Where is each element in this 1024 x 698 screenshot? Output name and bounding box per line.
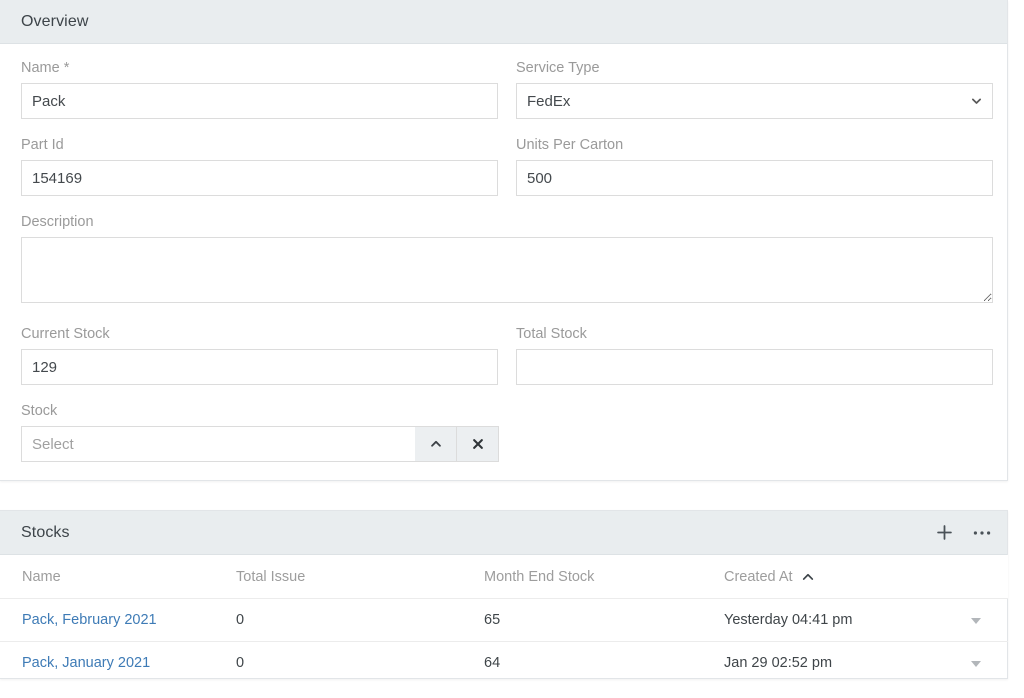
stock-link[interactable]: Pack, January 2021: [22, 655, 150, 671]
field-name: Name *: [21, 60, 498, 119]
stocks-table-head: Name Total Issue Month End Stock Created…: [0, 555, 1008, 599]
cell-total-issue: 0: [236, 642, 484, 685]
label-current-stock: Current Stock: [21, 326, 498, 342]
label-units-per-carton: Units Per Carton: [516, 137, 993, 153]
table-row[interactable]: Pack, January 2021 0 64 Jan 29 02:52 pm: [0, 642, 1008, 685]
cell-name: Pack, February 2021: [0, 599, 236, 642]
label-name: Name *: [21, 60, 498, 76]
service-type-select[interactable]: FedEx: [516, 83, 993, 119]
form-row-4: Current Stock Total Stock: [21, 326, 993, 403]
label-service-type: Service Type: [516, 60, 993, 76]
units-per-carton-input[interactable]: [516, 160, 993, 196]
stocks-header-actions: [935, 524, 991, 542]
form-row-3: Description: [21, 214, 993, 326]
chevron-up-icon[interactable]: [415, 426, 457, 462]
table-header-row: Name Total Issue Month End Stock Created…: [0, 555, 1008, 599]
column-header-name[interactable]: Name: [0, 555, 236, 599]
column-header-created-at-label: Created At: [724, 569, 793, 585]
form-row-5: Stock: [21, 403, 993, 480]
cell-month-end-stock: 65: [484, 599, 724, 642]
stock-picker: [21, 426, 499, 462]
name-input[interactable]: [21, 83, 498, 119]
cell-row-actions: [944, 642, 1008, 685]
field-units-per-carton: Units Per Carton: [516, 137, 993, 196]
row-menu-caret-icon[interactable]: [971, 661, 981, 667]
more-options-button[interactable]: [973, 524, 991, 542]
field-description: Description: [21, 214, 993, 308]
stocks-title: Stocks: [21, 524, 70, 542]
form-row-2: Part Id Units Per Carton: [21, 137, 993, 214]
stocks-table: Name Total Issue Month End Stock Created…: [0, 555, 1008, 684]
field-current-stock: Current Stock: [21, 326, 498, 385]
stocks-table-body: Pack, February 2021 0 65 Yesterday 04:41…: [0, 599, 1008, 685]
cell-created-at: Yesterday 04:41 pm: [724, 599, 944, 642]
field-stock: Stock: [21, 403, 499, 462]
column-header-total-issue[interactable]: Total Issue: [236, 555, 484, 599]
cell-month-end-stock: 64: [484, 642, 724, 685]
field-service-type: Service Type FedEx: [516, 60, 993, 119]
label-part-id: Part Id: [21, 137, 498, 153]
stock-link[interactable]: Pack, February 2021: [22, 612, 157, 628]
overview-title: Overview: [21, 13, 88, 31]
cell-total-issue: 0: [236, 599, 484, 642]
cell-row-actions: [944, 599, 1008, 642]
app-page: Overview Name * Service Type FedEx: [0, 0, 1024, 698]
label-stock: Stock: [21, 403, 499, 419]
close-x-icon[interactable]: [457, 426, 499, 462]
stocks-panel: Stocks Name Total Issue: [0, 510, 1008, 679]
overview-form: Name * Service Type FedEx: [0, 44, 1007, 480]
column-header-actions: [944, 555, 1008, 599]
current-stock-input[interactable]: [21, 349, 498, 385]
service-type-select-wrap: FedEx: [516, 83, 993, 119]
overview-panel: Overview Name * Service Type FedEx: [0, 0, 1008, 481]
column-header-month-end-stock[interactable]: Month End Stock: [484, 555, 724, 599]
cell-name: Pack, January 2021: [0, 642, 236, 685]
field-total-stock: Total Stock: [516, 326, 993, 385]
sort-ascending-icon: [802, 570, 814, 584]
table-row[interactable]: Pack, February 2021 0 65 Yesterday 04:41…: [0, 599, 1008, 642]
description-textarea[interactable]: [21, 237, 993, 303]
row-menu-caret-icon[interactable]: [971, 618, 981, 624]
total-stock-input[interactable]: [516, 349, 993, 385]
stocks-panel-header: Stocks: [0, 511, 1007, 555]
field-part-id: Part Id: [21, 137, 498, 196]
label-description: Description: [21, 214, 993, 230]
part-id-input[interactable]: [21, 160, 498, 196]
column-header-created-at[interactable]: Created At: [724, 555, 944, 599]
label-total-stock: Total Stock: [516, 326, 993, 342]
cell-created-at: Jan 29 02:52 pm: [724, 642, 944, 685]
stock-select-input[interactable]: [21, 426, 415, 462]
form-row-1: Name * Service Type FedEx: [21, 60, 993, 137]
overview-panel-header: Overview: [0, 0, 1007, 44]
add-stock-button[interactable]: [935, 524, 953, 542]
